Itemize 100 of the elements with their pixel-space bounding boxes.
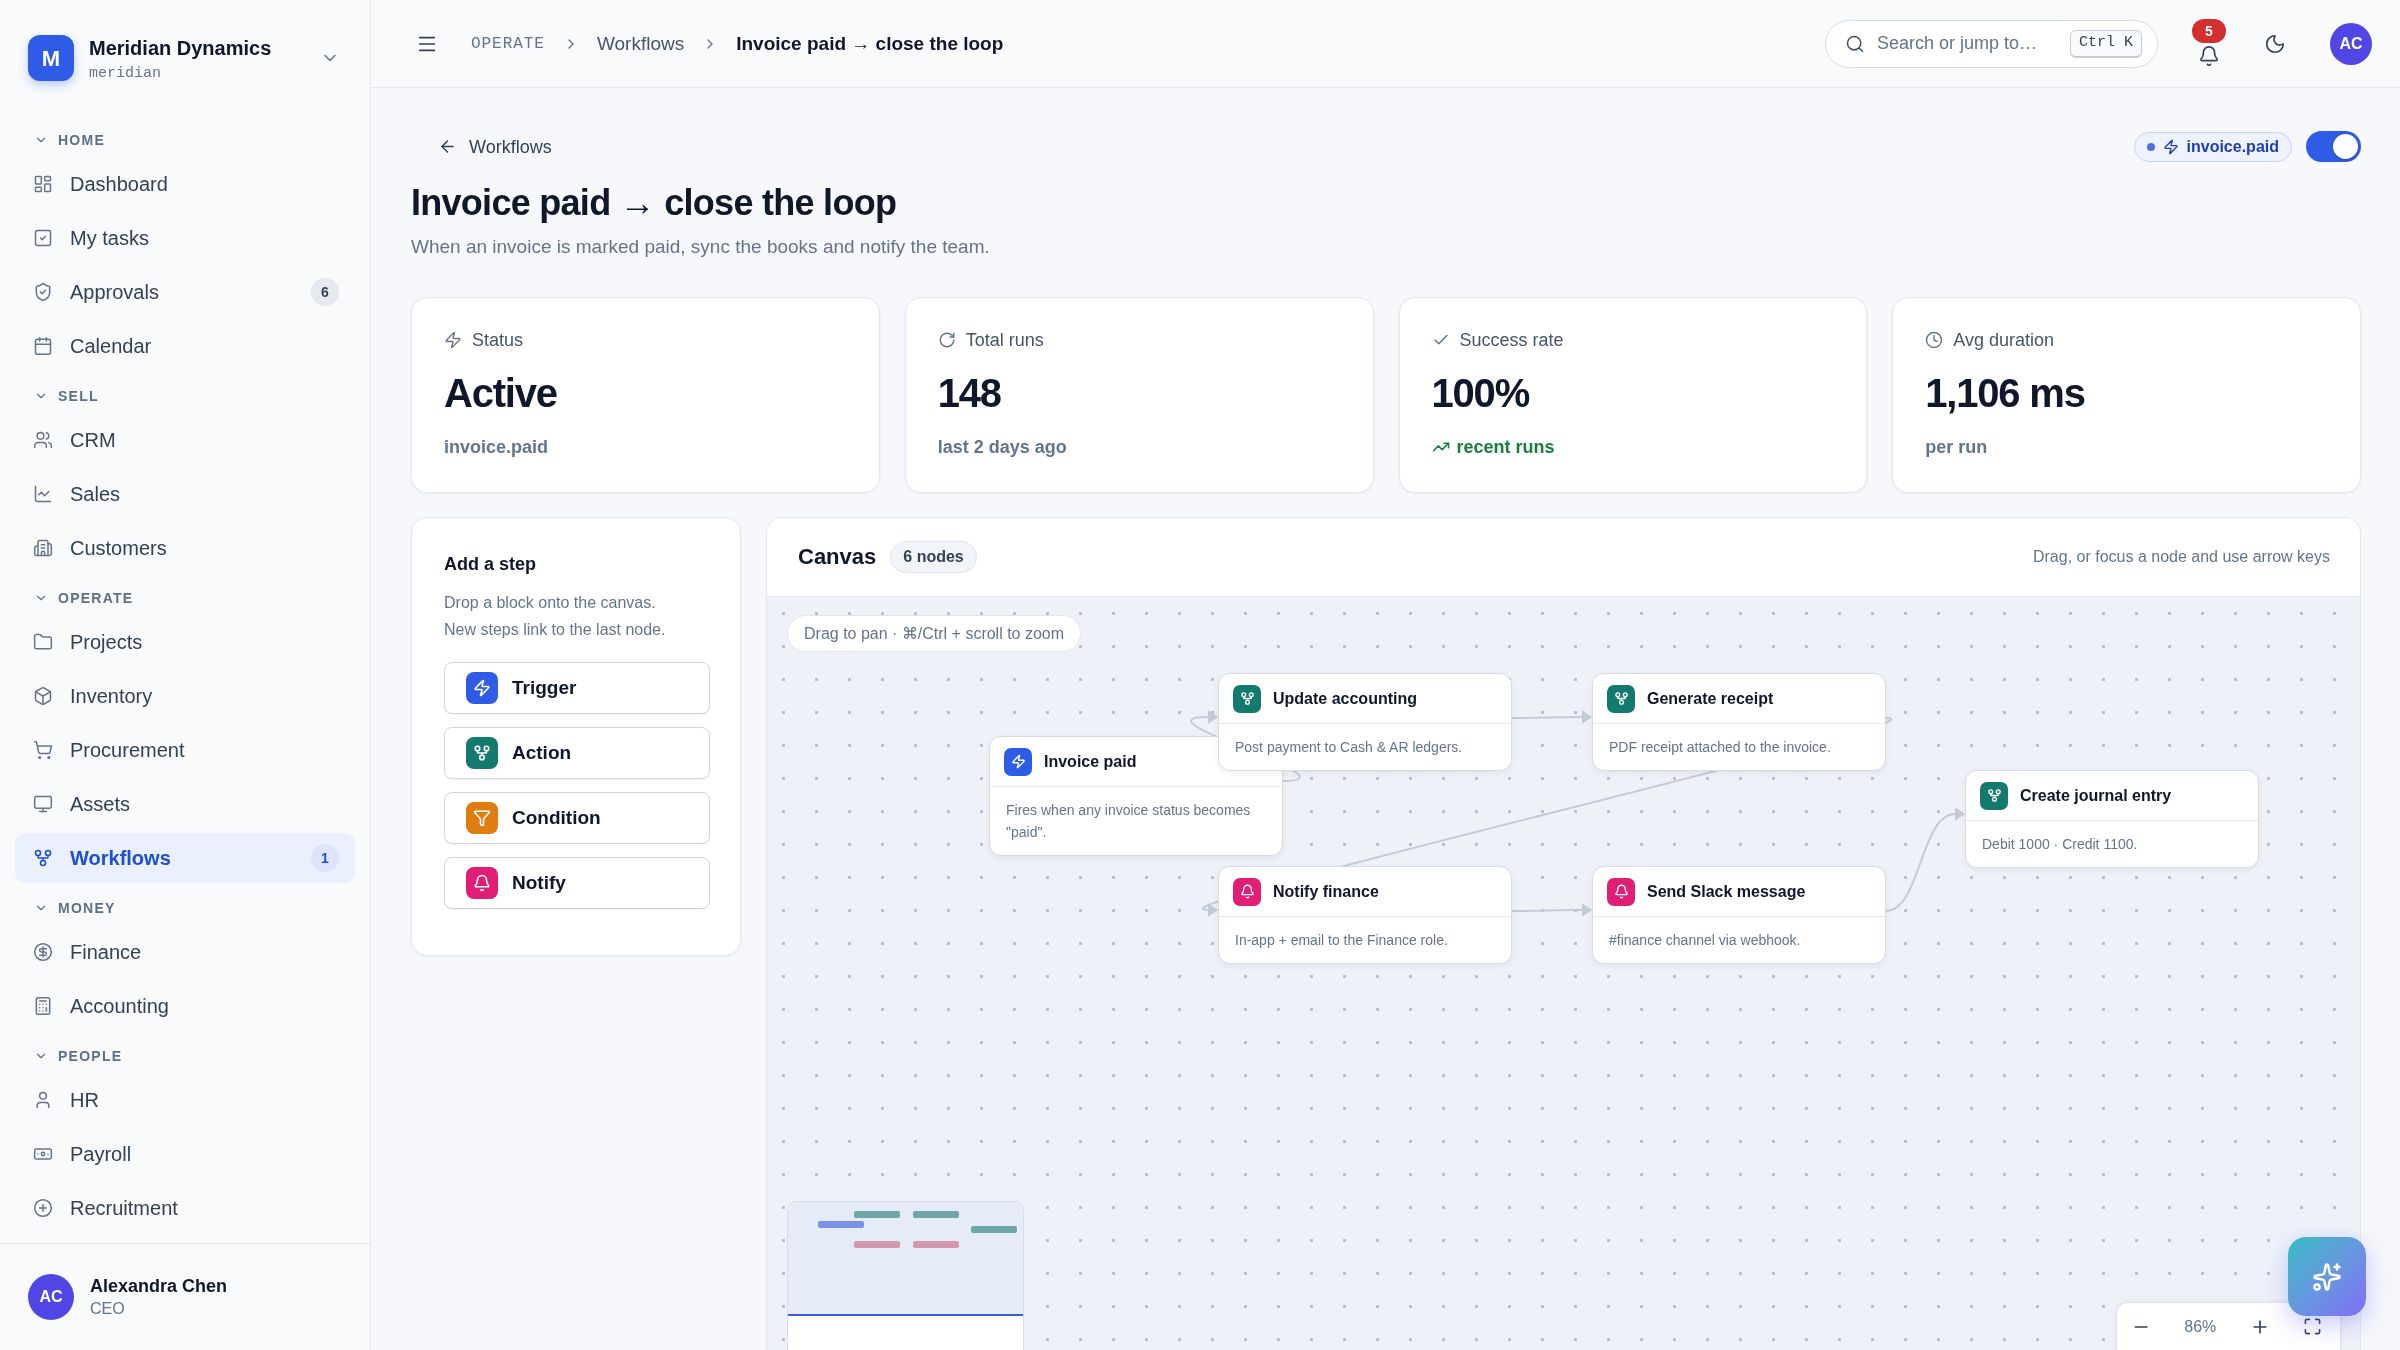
stat-value: 148: [937, 370, 1002, 417]
bell-icon[interactable]: [2198, 44, 2220, 67]
stat-label: Avg duration: [1953, 329, 2054, 352]
user-avatar[interactable]: AC: [28, 1274, 74, 1320]
nodes-icon: [1233, 684, 1261, 713]
node-description: Debit 1000 · Credit 1100.: [1981, 835, 2139, 854]
calendar-icon: [33, 336, 53, 356]
step-block[interactable]: Action: [444, 727, 710, 779]
back-link[interactable]: Workflows: [438, 134, 552, 159]
person-icon: [33, 1090, 53, 1110]
cube-icon: [33, 686, 53, 706]
workflow-node[interactable]: Create journal entry Debit 1000 · Credit 1100.: [1965, 770, 2259, 868]
node-description: Fires when any invoice status becomes "paid".: [1005, 801, 1252, 842]
user-name: Alexandra Chen: [90, 1275, 228, 1298]
nav-item[interactable]: Procurement: [15, 725, 355, 775]
search-icon: [1845, 33, 1865, 54]
user-role: CEO: [90, 1299, 126, 1319]
shortcut-key: Ctrl K: [2070, 29, 2142, 58]
notification-count: 5: [2192, 18, 2226, 43]
nav-item[interactable]: Assets: [15, 779, 355, 829]
enable-switch[interactable]: [2306, 131, 2361, 162]
breadcrumb-link[interactable]: Workflows: [596, 31, 685, 56]
lightning-icon: [1004, 747, 1032, 776]
moon-icon[interactable]: [2264, 32, 2286, 55]
assistant-button[interactable]: [2288, 1237, 2366, 1316]
step-block[interactable]: Condition: [444, 792, 710, 844]
stat-value: 100%: [1431, 370, 1531, 417]
section-header[interactable]: HOME: [15, 125, 355, 155]
nav-item[interactable]: Accounting: [15, 981, 355, 1031]
search-field[interactable]: Search or jump to…: [1877, 28, 2058, 59]
workflow-node[interactable]: Notify finance In-app + email to the Finance role.: [1218, 866, 1512, 964]
arrow-left-icon: [438, 137, 457, 156]
nav-item[interactable]: My tasks: [15, 213, 355, 263]
node-title: Invoice paid: [1044, 751, 1137, 772]
bell-icon: [1233, 877, 1261, 906]
monitor-icon: [33, 794, 53, 814]
nav-item[interactable]: Workflows 1: [15, 833, 355, 883]
node-count: 6 nodes: [890, 541, 977, 573]
sparkles-icon: [2312, 1261, 2342, 1292]
nav-item[interactable]: Recruitment: [15, 1183, 355, 1233]
fullscreen-icon[interactable]: [2302, 1317, 2322, 1336]
nav-item[interactable]: HR: [15, 1075, 355, 1125]
section-header[interactable]: OPERATE: [15, 583, 355, 613]
nav-item[interactable]: Calendar: [15, 321, 355, 371]
chart-icon: [33, 484, 53, 504]
stat-label: Success rate: [1459, 329, 1564, 352]
node-title: Generate receipt: [1647, 688, 1774, 709]
checkbox-icon: [33, 228, 53, 248]
node-description: PDF receipt attached to the invoice.: [1608, 738, 1832, 757]
node-description: #finance channel via webhook.: [1608, 931, 1802, 950]
nav-item[interactable]: Payroll: [15, 1129, 355, 1179]
nav-item[interactable]: Projects: [15, 617, 355, 667]
stat-footnote: invoice.paid: [444, 436, 549, 459]
lightning-icon: [444, 331, 462, 349]
user-avatar[interactable]: AC: [2330, 22, 2372, 65]
zoom-level: 86%: [2184, 1316, 2217, 1337]
item-count: 1: [311, 844, 339, 872]
plus-circle-icon: [33, 1198, 53, 1218]
funnel-icon: [466, 802, 498, 834]
nodes-icon: [466, 737, 498, 769]
panel-title: Add a step: [444, 553, 537, 576]
bell-icon: [466, 867, 498, 899]
step-block[interactable]: Notify: [444, 857, 710, 909]
workspace-switcher[interactable]: M Meridian Dynamics meridian: [0, 0, 370, 114]
stat-footnote: recent runs: [1456, 436, 1555, 459]
workflow-node[interactable]: Generate receipt PDF receipt attached to the invoice.: [1592, 673, 1886, 771]
stat-label: Total runs: [965, 329, 1044, 352]
nav-item[interactable]: CRM: [15, 415, 355, 465]
nav-item[interactable]: Approvals 6: [15, 267, 355, 317]
search-bar[interactable]: Search or jump to… Ctrl K: [1825, 19, 2158, 68]
pan-hint: Drag to pan · ⌘/Ctrl + scroll to zoom: [787, 615, 1082, 652]
canvas-title: Canvas: [798, 543, 877, 571]
workflow-node[interactable]: Send Slack message #finance channel via webhook.: [1592, 866, 1886, 964]
minimap[interactable]: [787, 1201, 1024, 1350]
step-block[interactable]: Trigger: [444, 662, 710, 714]
node-title: Update accounting: [1273, 688, 1417, 709]
stat-label: Status: [472, 329, 524, 352]
dollar-icon: [33, 942, 53, 962]
stat-value: 1,106 ms: [1925, 370, 2086, 417]
nodes-icon: [1980, 781, 2008, 810]
nav-item[interactable]: Sales: [15, 469, 355, 519]
cart-icon: [33, 740, 53, 760]
page-title: Invoice paid → close the loop: [411, 181, 898, 225]
clock-icon: [1925, 331, 1944, 349]
stat-value: Active: [444, 370, 558, 417]
refresh-icon: [937, 331, 956, 349]
section-header[interactable]: PEOPLE: [15, 1041, 355, 1071]
folder-icon: [33, 632, 53, 652]
stat-footnote: per run: [1925, 436, 1988, 459]
nav-item[interactable]: Inventory: [15, 671, 355, 721]
breadcrumb-link[interactable]: OPERATE: [471, 32, 545, 55]
nav-item[interactable]: Finance: [15, 927, 355, 977]
section-header[interactable]: SELL: [15, 381, 355, 411]
event-name: invoice.paid: [2186, 136, 2279, 157]
panel-description: Drop a block onto the canvas. New steps link to the last node.: [444, 593, 667, 640]
nav-item[interactable]: Customers: [15, 523, 355, 573]
nav-item[interactable]: Dashboard: [15, 159, 355, 209]
node-title: Send Slack message: [1647, 881, 1806, 902]
canvas-hint: Drag, or focus a node and use arrow keys: [2032, 547, 2330, 567]
section-header[interactable]: MONEY: [15, 893, 355, 923]
